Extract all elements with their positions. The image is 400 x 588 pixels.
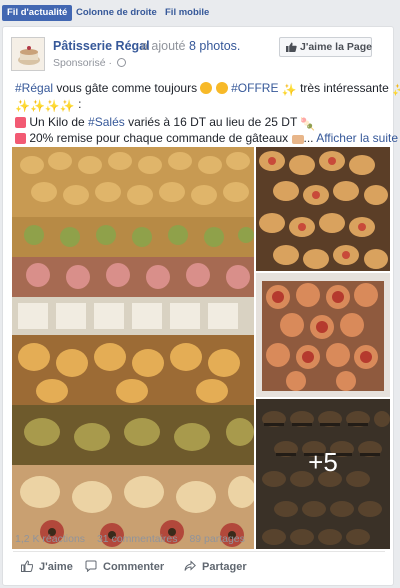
like-button[interactable]: J'aime <box>21 560 73 573</box>
photo-mini-tarts[interactable] <box>256 273 390 397</box>
sponsored-post: Pâtisserie Régal a ajouté 8 photos. Spon… <box>2 26 400 586</box>
thumbs-up-icon <box>286 42 297 52</box>
cake-logo-icon <box>12 38 44 70</box>
page-name-link[interactable]: Pâtisserie Régal <box>53 39 150 53</box>
see-more-link[interactable]: Afficher la suite <box>316 131 398 145</box>
gift-emoji-icon <box>15 133 26 144</box>
comments-count[interactable]: 31 commentaires <box>97 533 178 545</box>
tab-news-feed[interactable]: Fil d'actualité <box>2 5 73 21</box>
post-action-text: a ajouté 8 photos. <box>141 39 240 53</box>
sparkles-emoji-icon: ✨ <box>29 99 45 113</box>
photo-grid: +5 <box>12 147 390 549</box>
globe-icon <box>116 58 126 67</box>
sparkles-emoji-icon: ✨ <box>392 83 400 97</box>
sparkles-emoji-icon: ✨ <box>15 99 30 113</box>
comment-label: Commenter <box>103 561 165 573</box>
ellipsis: ... <box>303 131 317 145</box>
post-actions-bar: J'aime Commenter Partager <box>13 551 385 581</box>
thumbs-up-icon <box>21 560 34 572</box>
photo-mini-quiches[interactable] <box>256 147 390 271</box>
heart-eyes-emoji-icon <box>200 82 213 94</box>
text-segment: variés à 16 DT au lieu de 25 DT <box>124 115 301 129</box>
post-text-line-2: ✨✨✨✨ : <box>15 97 82 113</box>
added-prefix: a ajouté <box>141 39 189 53</box>
hashtag-sales[interactable]: #Salés <box>88 115 125 129</box>
text-segment: très intéressante <box>296 81 393 95</box>
photos-count-link[interactable]: 8 photos. <box>189 39 240 53</box>
text-segment: Un Kilo de <box>26 115 89 129</box>
hashtag-regal[interactable]: #Régal <box>15 81 53 95</box>
reactions-count[interactable]: 1,2 K réactions <box>15 533 85 545</box>
candy-emoji-icon: 🍡 <box>300 117 316 131</box>
like-label: J'aime <box>39 561 73 573</box>
shares-count[interactable]: 89 partages <box>189 533 244 545</box>
quiches-image <box>256 147 390 271</box>
photo-mini-more[interactable]: +5 <box>256 399 390 549</box>
share-label: Partager <box>202 561 247 573</box>
page-avatar[interactable] <box>11 37 45 71</box>
sparkles-emoji-icon: ✨ <box>59 99 75 113</box>
pastries-tray-image <box>12 147 254 549</box>
more-photos-count[interactable]: +5 <box>256 447 390 478</box>
text-segment: vous gâte comme toujours <box>53 81 201 95</box>
share-arrow-icon <box>184 560 196 571</box>
gift-emoji-icon <box>15 117 26 128</box>
post-text-line-4: 20% remise pour chaque commande de gâtea… <box>15 131 398 145</box>
tarts-image <box>256 273 390 397</box>
share-button[interactable]: Partager <box>184 560 247 573</box>
sponsored-text: Sponsorisé · <box>53 57 115 69</box>
like-page-button[interactable]: J'aime la Page <box>279 37 372 57</box>
comment-button[interactable]: Commenter <box>85 560 164 573</box>
hashtag-offre[interactable]: #OFFRE <box>231 81 278 95</box>
preview-tabs: Fil d'actualité Colonne de droite Fil mo… <box>0 0 400 26</box>
tab-mobile-feed[interactable]: Fil mobile <box>160 5 214 21</box>
text-segment: 20% remise pour chaque commande de gâtea… <box>26 131 292 145</box>
photo-main-pastries[interactable] <box>12 147 254 549</box>
tab-right-column[interactable]: Colonne de droite <box>71 5 162 21</box>
speech-bubble-icon <box>85 560 97 573</box>
post-text-line-1: #Régal vous gâte comme toujours #OFFRE ✨… <box>15 81 400 97</box>
heart-eyes-emoji-icon <box>215 82 228 94</box>
sponsored-label: Sponsorisé · <box>53 57 126 69</box>
cake-emoji-icon <box>291 135 304 144</box>
post-text-line-3: Un Kilo de #Salés variés à 16 DT au lieu… <box>15 115 315 131</box>
like-page-label: J'aime la Page <box>300 41 372 53</box>
engagement-stats: 1,2 K réactions 31 commentaires 89 parta… <box>15 533 254 545</box>
sparkles-emoji-icon: ✨ <box>281 83 297 97</box>
sparkles-emoji-icon: ✨ <box>44 99 60 113</box>
